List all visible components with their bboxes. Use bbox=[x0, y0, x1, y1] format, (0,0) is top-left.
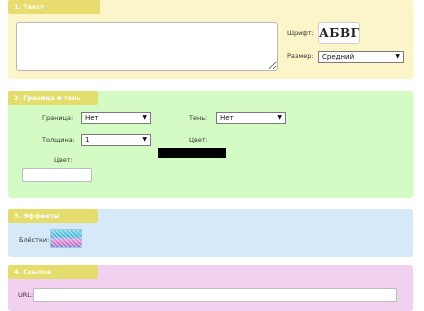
shadow-color-swatch[interactable] bbox=[158, 148, 226, 158]
url-label: URL: bbox=[18, 291, 34, 299]
size-select[interactable]: Средний ▼ bbox=[318, 51, 404, 63]
chevron-down-icon: ▼ bbox=[395, 53, 400, 60]
thickness-select[interactable]: 1 ▼ bbox=[81, 134, 151, 146]
effects-panel-tab: 3. Эффекты bbox=[8, 209, 98, 223]
chevron-down-icon: ▼ bbox=[142, 136, 147, 143]
glitter-label: Блёстки: bbox=[19, 236, 50, 244]
size-label: Размер: bbox=[287, 52, 314, 60]
border-panel: 2. Граница и тень Граница: Нет ▼ Тень: Н… bbox=[8, 91, 413, 198]
border-label: Граница: bbox=[42, 114, 74, 122]
link-panel-tab: 4. Ссылка bbox=[8, 265, 98, 279]
border-color-input[interactable] bbox=[22, 168, 92, 182]
thickness-label: Толщина: bbox=[42, 136, 75, 144]
chevron-down-icon: ▼ bbox=[277, 114, 282, 121]
border-select-value: Нет bbox=[85, 114, 99, 122]
shadow-color-label: Цвет: bbox=[189, 136, 208, 144]
effects-panel: 3. Эффекты Блёстки: bbox=[8, 209, 413, 257]
glitter-swatch[interactable] bbox=[50, 229, 82, 248]
border-select[interactable]: Нет ▼ bbox=[81, 112, 151, 124]
text-input[interactable] bbox=[16, 22, 278, 71]
text-panel: 1. Текст Шрифт: АБВГ Размер: Средний ▼ bbox=[8, 0, 413, 79]
border-panel-tab: 2. Граница и тень bbox=[8, 91, 98, 105]
shadow-select-value: Нет bbox=[220, 114, 234, 122]
shadow-select[interactable]: Нет ▼ bbox=[216, 112, 286, 124]
url-input[interactable] bbox=[33, 288, 397, 302]
link-panel: 4. Ссылка URL: bbox=[8, 265, 413, 311]
chevron-down-icon: ▼ bbox=[142, 114, 147, 121]
text-panel-tab: 1. Текст bbox=[8, 0, 100, 14]
size-select-value: Средний bbox=[322, 53, 355, 61]
font-picker[interactable]: АБВГ bbox=[318, 22, 360, 44]
shadow-label: Тень: bbox=[189, 114, 208, 122]
font-label: Шрифт: bbox=[287, 29, 314, 37]
thickness-select-value: 1 bbox=[85, 136, 90, 144]
border-color-label: Цвет: bbox=[54, 156, 73, 164]
